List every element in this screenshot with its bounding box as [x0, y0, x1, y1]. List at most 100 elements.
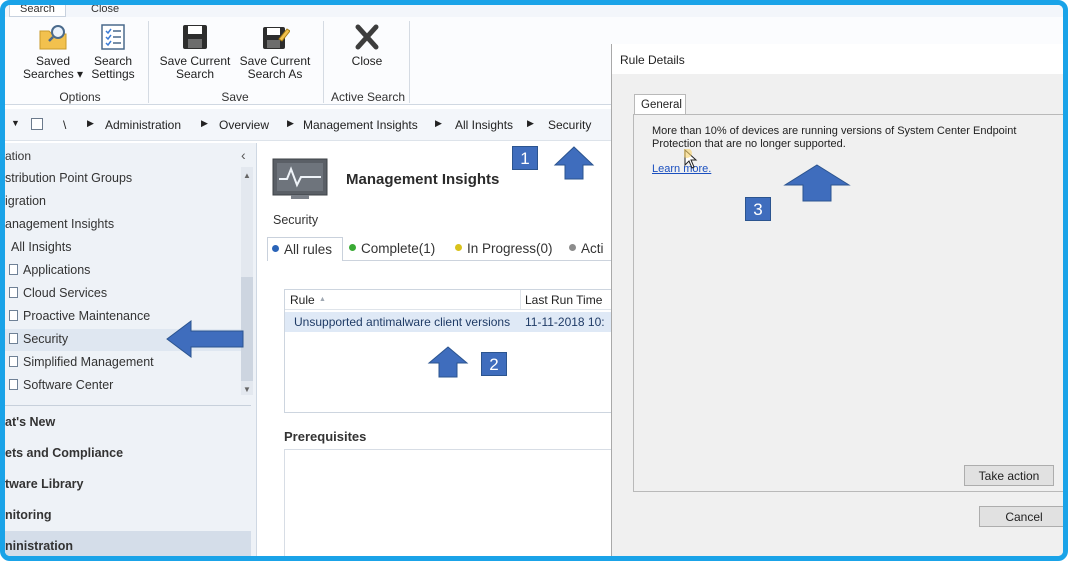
annotation-up-arrow-icon	[427, 346, 469, 378]
tab-label: In Progress(0)	[467, 241, 553, 256]
rule-filter-tabs: All rules Complete(1) In Progress(0) Act…	[267, 237, 611, 261]
insight-folder-icon	[9, 379, 18, 390]
prerequisites-panel	[284, 449, 614, 556]
save-current-search-button[interactable]: Save Current Search	[155, 23, 235, 81]
annotation-badge-3: 3	[745, 197, 771, 221]
save-current-search-as-button[interactable]: Save Current Search As	[235, 23, 315, 81]
nav-item-software-center[interactable]: Software Center	[9, 378, 113, 392]
breadcrumb-dropdown-icon[interactable]: ▼	[11, 118, 20, 128]
insight-folder-icon	[9, 310, 18, 321]
tab-label: All rules	[284, 242, 333, 257]
management-insights-monitor-icon	[272, 158, 328, 199]
close-search-label: Close	[351, 54, 383, 68]
ribbon-tab-strip: Search Close	[5, 5, 1063, 17]
active-search-group-label: Active Search	[330, 90, 406, 104]
cancel-button[interactable]: Cancel	[979, 506, 1063, 527]
grid-header: Rule ▲ Last Run Time	[285, 290, 615, 310]
nav-item-label: Software Center	[23, 378, 114, 392]
nav-divider	[5, 405, 251, 406]
annotation-up-arrow-icon	[783, 164, 851, 202]
nav-item-applications[interactable]: Applications	[9, 263, 90, 277]
gray-dot-icon	[569, 244, 576, 251]
breadcrumb-separator-icon: ▶	[287, 118, 294, 128]
column-divider	[520, 290, 521, 310]
learn-more-link[interactable]: Learn more.	[652, 163, 711, 175]
insight-folder-icon	[9, 333, 18, 344]
breadcrumb-root[interactable]: \	[63, 118, 66, 132]
tab-action-needed[interactable]: Acti	[569, 237, 604, 261]
take-action-button[interactable]: Take action	[964, 465, 1054, 486]
nav-item-simplified-management[interactable]: Simplified Management	[9, 355, 154, 369]
page-title: Management Insights	[346, 171, 500, 188]
breadcrumb-all-insights[interactable]: All Insights	[455, 118, 513, 132]
breadcrumb-separator-icon: ▶	[527, 118, 534, 128]
nav-item-label: Applications	[23, 263, 91, 277]
save-group-label: Save	[221, 90, 249, 104]
last-run-time-cell: 11-11-2018 10:	[525, 315, 605, 329]
tab-in-progress[interactable]: In Progress(0)	[455, 237, 553, 261]
breadcrumb-separator-icon: ▶	[201, 118, 208, 128]
search-settings-button[interactable]: Search Settings	[85, 23, 141, 81]
save-current-search-as-label: Save Current Search As	[239, 54, 311, 81]
close-search-button[interactable]: Close	[339, 23, 395, 68]
breadcrumb-security[interactable]: Security	[548, 118, 591, 132]
dialog-titlebar: Rule Details	[612, 44, 1063, 74]
breadcrumb-management-insights[interactable]: Management Insights	[303, 118, 418, 132]
collapse-pane-icon[interactable]: ‹	[241, 147, 246, 163]
workspace-whats-new[interactable]: at's New	[5, 407, 251, 437]
column-header-rule[interactable]: Rule	[290, 293, 315, 307]
floppy-disk-icon	[183, 25, 207, 49]
annotation-badge-1: 1	[512, 146, 538, 170]
tab-label: Acti	[581, 241, 604, 256]
scroll-up-icon[interactable]: ▲	[243, 171, 251, 180]
ribbon-tab-search[interactable]: Search	[9, 5, 66, 17]
column-header-last-run-time[interactable]: Last Run Time	[525, 293, 602, 307]
nav-item-label: Simplified Management	[23, 355, 154, 369]
breadcrumb-overview[interactable]: Overview	[219, 118, 269, 132]
rule-name-cell: Unsupported antimalware client versions	[294, 315, 511, 329]
nav-item-proactive-maintenance[interactable]: Proactive Maintenance	[9, 309, 150, 323]
workspace-software-library[interactable]: tware Library	[5, 469, 251, 499]
tab-general[interactable]: General	[634, 94, 686, 115]
annotation-left-arrow-icon	[166, 320, 244, 358]
annotation-badge-2: 2	[481, 352, 507, 376]
mouse-cursor-icon	[684, 149, 698, 169]
saved-searches-button[interactable]: Saved Searches ▾	[23, 23, 83, 81]
blue-dot-icon	[272, 245, 279, 252]
nav-item-management-insights[interactable]: anagement Insights	[5, 217, 114, 231]
ribbon-group-divider	[148, 21, 149, 103]
screenshot-frame: Search Close Saved Searches ▾ Search Set…	[0, 0, 1068, 561]
yellow-dot-icon	[455, 244, 462, 251]
nav-item-distribution-point-groups[interactable]: stribution Point Groups	[5, 171, 132, 185]
workspace-assets-and-compliance[interactable]: ets and Compliance	[5, 438, 251, 468]
ribbon-group-divider	[409, 21, 410, 103]
workspace-monitoring[interactable]: nitoring	[5, 500, 251, 530]
rule-description: More than 10% of devices are running ver…	[652, 125, 1017, 150]
console-root-icon[interactable]	[31, 118, 43, 130]
tab-all-rules[interactable]: All rules	[267, 237, 343, 261]
nav-item-cloud-services[interactable]: Cloud Services	[9, 286, 107, 300]
tab-complete[interactable]: Complete(1)	[349, 237, 435, 261]
annotation-up-arrow-icon	[553, 146, 595, 180]
insight-folder-icon	[9, 356, 18, 367]
navigation-pane-header: ation	[5, 149, 32, 163]
save-current-search-label: Save Current Search	[159, 54, 231, 81]
breadcrumb: ▼ \ ▶ Administration ▶ Overview ▶ Manage…	[5, 109, 615, 141]
dialog-title: Rule Details	[620, 53, 685, 67]
saved-searches-label: Saved Searches ▾	[23, 54, 84, 81]
insight-folder-icon	[9, 287, 18, 298]
nav-item-label: Cloud Services	[23, 286, 108, 300]
nav-item-label: Proactive Maintenance	[23, 309, 151, 323]
nav-item-migration[interactable]: igration	[5, 194, 46, 208]
settings-list-icon	[101, 24, 125, 50]
page-subtitle: Security	[273, 213, 319, 227]
breadcrumb-administration[interactable]: Administration	[105, 118, 181, 132]
table-row[interactable]: Unsupported antimalware client versions …	[285, 312, 615, 332]
nav-item-all-insights[interactable]: All Insights	[11, 240, 71, 254]
folder-search-icon	[39, 25, 67, 50]
scroll-down-icon[interactable]: ▼	[243, 385, 251, 394]
workspace-administration[interactable]: ninistration	[5, 531, 251, 556]
ribbon-tab-close[interactable]: Close	[81, 5, 129, 17]
sort-ascending-icon: ▲	[319, 296, 326, 303]
insight-folder-icon	[9, 264, 18, 275]
